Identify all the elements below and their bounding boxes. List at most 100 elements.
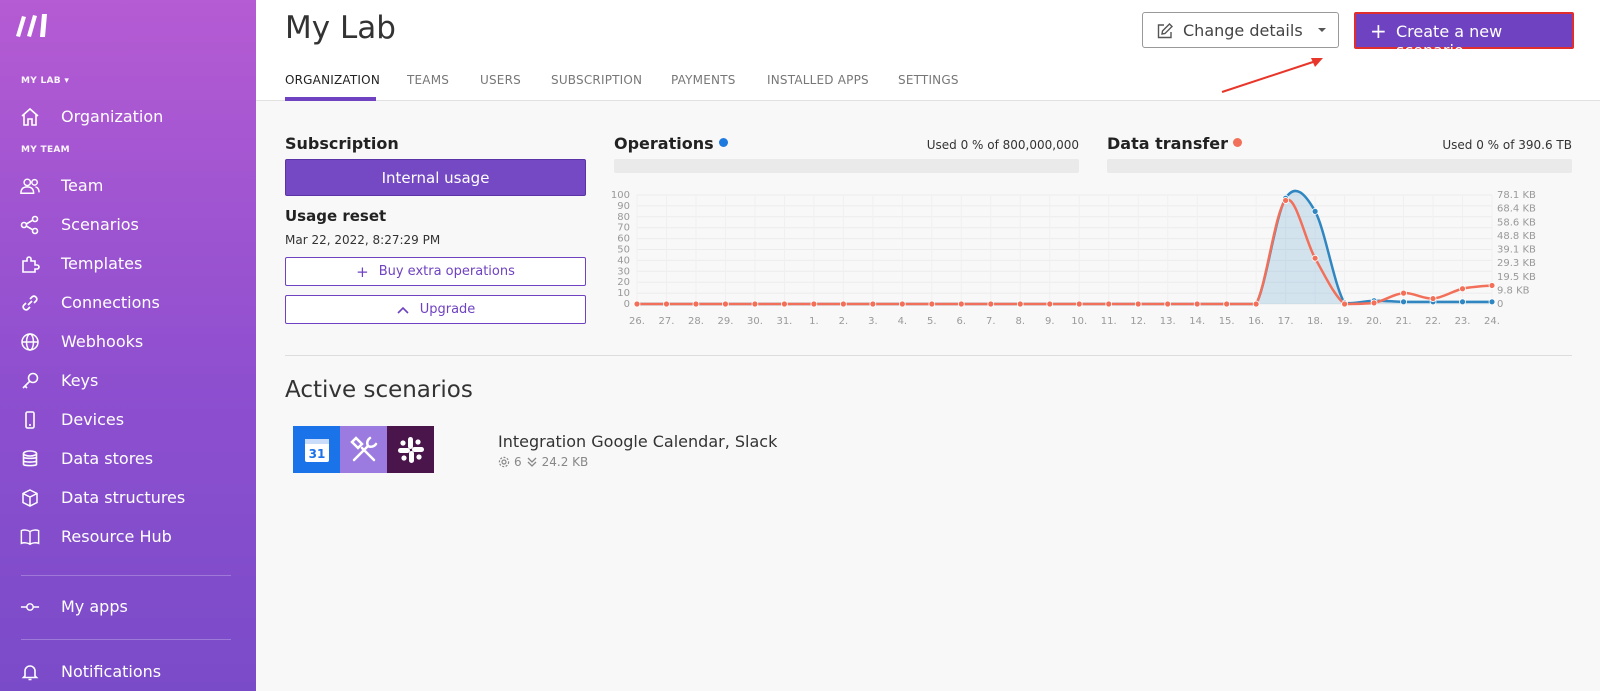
make-logo-icon[interactable]	[14, 12, 50, 38]
change-details-dropdown-button[interactable]	[1305, 12, 1339, 48]
sidebar-item-team[interactable]: Team	[0, 168, 256, 202]
team-icon	[20, 176, 40, 196]
x-tick-label: 10.	[1071, 316, 1087, 327]
data-point	[957, 300, 965, 308]
bell-icon	[20, 662, 40, 682]
x-tick-label: 7.	[986, 316, 996, 327]
create-scenario-button[interactable]: + Create a new scenario	[1354, 12, 1574, 60]
main-content: My Lab Change details + Create a new sce…	[256, 0, 1600, 691]
x-tick-label: 1.	[809, 316, 819, 327]
upgrade-label: Upgrade	[419, 302, 476, 317]
sidebar-item-organization[interactable]: Organization	[0, 99, 256, 133]
data-point	[1311, 207, 1319, 215]
operations-usage-bar	[614, 159, 1079, 173]
data-point	[1075, 300, 1083, 308]
operations-heading: Operations	[614, 134, 728, 153]
scenario-data-size: 24.2 KB	[541, 455, 589, 469]
x-tick-label: 29.	[717, 316, 733, 327]
tab-settings[interactable]: SETTINGS	[898, 73, 959, 87]
sidebar-item-my-apps[interactable]: My apps	[0, 589, 256, 623]
sidebar-item-scenarios[interactable]: Scenarios	[0, 207, 256, 241]
x-tick-label: 12.	[1130, 316, 1146, 327]
operations-legend-dot	[718, 138, 728, 147]
y-right-tick-label: 19.5 KB	[1497, 272, 1536, 283]
x-tick-label: 19.	[1337, 316, 1353, 327]
sidebar-item-webhooks[interactable]: Webhooks	[0, 324, 256, 358]
sidebar-item-devices[interactable]: Devices	[0, 402, 256, 436]
x-tick-label: 2.	[839, 316, 849, 327]
tab-payments[interactable]: PAYMENTS	[671, 73, 736, 87]
sidebar-item-resource-hub[interactable]: Resource Hub	[0, 519, 256, 553]
data-point	[810, 300, 818, 308]
y-right-tick-label: 39.1 KB	[1497, 245, 1536, 256]
data-point	[869, 300, 877, 308]
sidebar-item-keys[interactable]: Keys	[0, 363, 256, 397]
sidebar-item-label: Data structures	[61, 487, 186, 507]
book-icon	[20, 527, 40, 547]
sidebar-item-data-structures[interactable]: Data structures	[0, 480, 256, 514]
data-point	[663, 300, 670, 308]
tab-subscription[interactable]: SUBSCRIPTION	[551, 73, 642, 87]
data-point	[1370, 299, 1378, 307]
tab-teams[interactable]: TEAMS	[407, 73, 449, 87]
subscription-heading: Subscription	[285, 134, 399, 153]
y-tick-label: 70	[617, 223, 630, 234]
data-point	[1282, 197, 1290, 204]
scenario-name[interactable]: Integration Google Calendar, Slack	[498, 432, 777, 451]
x-tick-label: 27.	[659, 316, 675, 327]
tab-installed-apps[interactable]: INSTALLED APPS	[767, 73, 869, 87]
x-tick-label: 16.	[1248, 316, 1264, 327]
x-tick-label: 26.	[629, 316, 645, 327]
x-tick-label: 20.	[1366, 316, 1382, 327]
x-tick-label: 9.	[1045, 316, 1055, 327]
tab-users[interactable]: USERS	[480, 73, 521, 87]
x-tick-label: 31.	[776, 316, 792, 327]
data-point	[928, 300, 936, 308]
y-right-tick-label: 78.1 KB	[1497, 190, 1536, 201]
sidebar-item-label: Keys	[61, 370, 99, 390]
data-point	[722, 300, 729, 308]
sidebar-item-label: Data stores	[61, 448, 154, 468]
scenario-app-icons[interactable]: 31	[293, 426, 435, 473]
data-point	[1134, 300, 1142, 308]
x-tick-label: 5.	[927, 316, 937, 327]
x-tick-label: 3.	[868, 316, 878, 327]
series-line	[637, 198, 1493, 306]
sidebar-item-templates[interactable]: Templates	[0, 246, 256, 280]
x-tick-label: 28.	[688, 316, 704, 327]
plan-button[interactable]: Internal usage	[285, 159, 586, 196]
annotation-arrow-icon	[1221, 58, 1323, 93]
key-icon	[20, 371, 40, 391]
sidebar-item-notifications[interactable]: Notifications	[0, 654, 256, 688]
data-point	[1193, 300, 1201, 308]
change-details-button[interactable]: Change details	[1142, 12, 1306, 48]
slack-icon	[387, 426, 434, 473]
x-tick-label: 18.	[1307, 316, 1323, 327]
upgrade-button[interactable]: Upgrade	[285, 295, 586, 324]
operations-usage-text: Used 0 % of 800,000,000	[926, 138, 1079, 152]
caret-down-icon	[1318, 28, 1326, 32]
sidebar-item-label: Team	[61, 175, 104, 195]
active-tab-indicator	[285, 97, 376, 101]
series-area	[637, 190, 1492, 304]
data-transfer-usage-bar	[1107, 159, 1572, 173]
sidebar-item-connections[interactable]: Connections	[0, 285, 256, 319]
page-title: My Lab	[285, 10, 396, 46]
usage-reset-heading: Usage reset	[285, 207, 387, 225]
sidebar-item-label: Connections	[61, 292, 160, 312]
gear-icon	[498, 456, 510, 468]
chevron-up-icon	[396, 301, 410, 319]
y-tick-label: 40	[617, 255, 630, 266]
y-tick-label: 50	[617, 245, 630, 256]
sidebar-item-label: My apps	[61, 596, 128, 616]
google-calendar-icon: 31	[293, 426, 340, 473]
sidebar-item-data-stores[interactable]: Data stores	[0, 441, 256, 475]
y-right-tick-label: 29.3 KB	[1497, 258, 1536, 269]
buy-extra-operations-button[interactable]: + Buy extra operations	[285, 257, 586, 286]
tab-organization[interactable]: ORGANIZATION	[285, 73, 380, 87]
data-transfer-title: Data transfer	[1107, 134, 1229, 153]
plus-icon: +	[356, 262, 369, 281]
y-tick-label: 0	[624, 299, 630, 310]
buy-extra-label: Buy extra operations	[378, 264, 515, 279]
my-lab-dropdown[interactable]: MY LAB ▾	[21, 76, 69, 86]
